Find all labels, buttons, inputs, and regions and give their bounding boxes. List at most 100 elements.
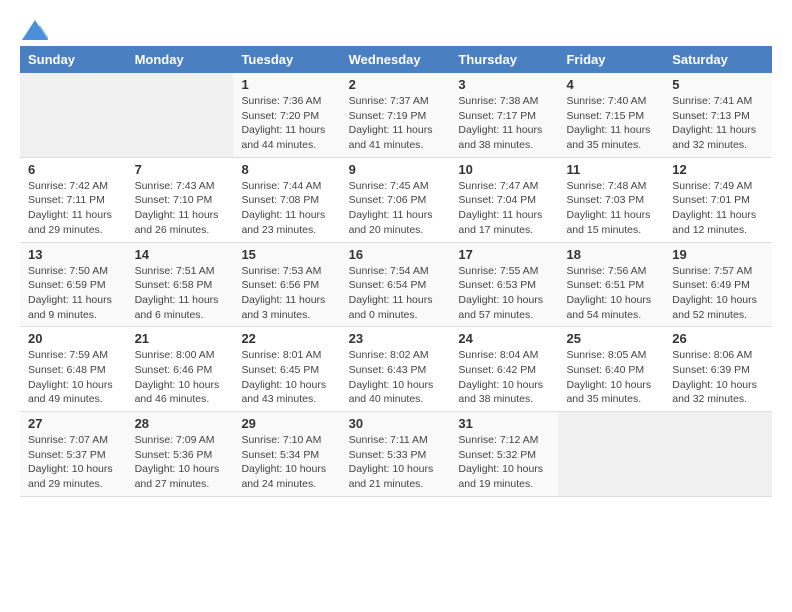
day-number: 11 <box>566 162 656 177</box>
day-number: 4 <box>566 77 656 92</box>
day-info: Sunrise: 8:04 AM Sunset: 6:42 PM Dayligh… <box>458 348 550 407</box>
day-info: Sunrise: 7:47 AM Sunset: 7:04 PM Dayligh… <box>458 179 550 238</box>
day-number: 27 <box>28 416 119 431</box>
calendar-cell: 21Sunrise: 8:00 AM Sunset: 6:46 PM Dayli… <box>127 327 234 412</box>
day-number: 10 <box>458 162 550 177</box>
calendar-cell: 7 Sunrise: 7:43 AM Sunset: 7:10 PM Daylig… <box>127 157 234 242</box>
calendar-cell: 15 Sunrise: 7:53 AM Sunset: 6:56 PM Dayli… <box>233 242 340 327</box>
day-number: 5 <box>672 77 764 92</box>
day-number: 9 <box>349 162 443 177</box>
day-info: Sunrise: 7:44 AM Sunset: 7:08 PM Dayligh… <box>241 179 332 238</box>
day-number: 17 <box>458 247 550 262</box>
day-number: 15 <box>241 247 332 262</box>
calendar-cell: 6 Sunrise: 7:42 AM Sunset: 7:11 PM Daylig… <box>20 157 127 242</box>
day-info: Sunrise: 8:00 AM Sunset: 6:46 PM Dayligh… <box>135 348 226 407</box>
column-header-friday: Friday <box>558 46 664 73</box>
calendar-cell: 24 Sunrise: 8:04 AM Sunset: 6:42 PM Dayli… <box>450 327 558 412</box>
day-number: 6 <box>28 162 119 177</box>
calendar-cell: 29Sunrise: 7:10 AM Sunset: 5:34 PM Dayli… <box>233 412 340 497</box>
day-info: Sunrise: 7:45 AM Sunset: 7:06 PM Dayligh… <box>349 179 443 238</box>
calendar-cell: 22 Sunrise: 8:01 AM Sunset: 6:45 PM Dayli… <box>233 327 340 412</box>
week-row-2: 6 Sunrise: 7:42 AM Sunset: 7:11 PM Daylig… <box>20 157 772 242</box>
day-number: 18 <box>566 247 656 262</box>
day-number: 26 <box>672 331 764 346</box>
day-info: Sunrise: 7:11 AM Sunset: 5:33 PM Dayligh… <box>349 433 443 492</box>
calendar-cell: 31 Sunrise: 7:12 AM Sunset: 5:32 PM Dayli… <box>450 412 558 497</box>
day-number: 14 <box>135 247 226 262</box>
calendar-cell: 13 Sunrise: 7:50 AM Sunset: 6:59 PM Dayli… <box>20 242 127 327</box>
day-info: Sunrise: 7:07 AM Sunset: 5:37 PM Dayligh… <box>28 433 119 492</box>
day-number: 8 <box>241 162 332 177</box>
calendar-cell: 2Sunrise: 7:37 AM Sunset: 7:19 PM Daylig… <box>341 73 451 157</box>
column-header-saturday: Saturday <box>664 46 772 73</box>
day-number: 16 <box>349 247 443 262</box>
day-info: Sunrise: 8:06 AM Sunset: 6:39 PM Dayligh… <box>672 348 764 407</box>
week-row-1: 1Sunrise: 7:36 AM Sunset: 7:20 PM Daylig… <box>20 73 772 157</box>
calendar-cell: 8 Sunrise: 7:44 AM Sunset: 7:08 PM Daylig… <box>233 157 340 242</box>
day-number: 12 <box>672 162 764 177</box>
week-row-3: 13 Sunrise: 7:50 AM Sunset: 6:59 PM Dayli… <box>20 242 772 327</box>
calendar-cell: 23 Sunrise: 8:02 AM Sunset: 6:43 PM Dayli… <box>341 327 451 412</box>
day-number: 23 <box>349 331 443 346</box>
calendar-cell: 26 Sunrise: 8:06 AM Sunset: 6:39 PM Dayli… <box>664 327 772 412</box>
day-info: Sunrise: 7:38 AM Sunset: 7:17 PM Dayligh… <box>458 94 550 153</box>
calendar-cell: 3 Sunrise: 7:38 AM Sunset: 7:17 PM Daylig… <box>450 73 558 157</box>
logo-icon <box>22 20 48 40</box>
column-header-wednesday: Wednesday <box>341 46 451 73</box>
day-info: Sunrise: 7:51 AM Sunset: 6:58 PM Dayligh… <box>135 264 226 323</box>
calendar-cell: 14 Sunrise: 7:51 AM Sunset: 6:58 PM Dayli… <box>127 242 234 327</box>
calendar-cell <box>558 412 664 497</box>
calendar-cell: 17 Sunrise: 7:55 AM Sunset: 6:53 PM Dayli… <box>450 242 558 327</box>
day-number: 31 <box>458 416 550 431</box>
column-header-thursday: Thursday <box>450 46 558 73</box>
day-number: 1 <box>241 77 332 92</box>
day-number: 7 <box>135 162 226 177</box>
calendar-cell: 10 Sunrise: 7:47 AM Sunset: 7:04 PM Dayli… <box>450 157 558 242</box>
day-info: Sunrise: 7:50 AM Sunset: 6:59 PM Dayligh… <box>28 264 119 323</box>
day-info: Sunrise: 7:53 AM Sunset: 6:56 PM Dayligh… <box>241 264 332 323</box>
day-number: 29 <box>241 416 332 431</box>
day-info: Sunrise: 8:05 AM Sunset: 6:40 PM Dayligh… <box>566 348 656 407</box>
day-number: 24 <box>458 331 550 346</box>
calendar-cell: 28 Sunrise: 7:09 AM Sunset: 5:36 PM Dayli… <box>127 412 234 497</box>
column-header-sunday: Sunday <box>20 46 127 73</box>
day-info: Sunrise: 7:40 AM Sunset: 7:15 PM Dayligh… <box>566 94 656 153</box>
day-number: 13 <box>28 247 119 262</box>
calendar-cell: 30 Sunrise: 7:11 AM Sunset: 5:33 PM Dayli… <box>341 412 451 497</box>
day-info: Sunrise: 7:55 AM Sunset: 6:53 PM Dayligh… <box>458 264 550 323</box>
calendar-cell: 18 Sunrise: 7:56 AM Sunset: 6:51 PM Dayli… <box>558 242 664 327</box>
day-info: Sunrise: 8:02 AM Sunset: 6:43 PM Dayligh… <box>349 348 443 407</box>
day-info: Sunrise: 7:43 AM Sunset: 7:10 PM Dayligh… <box>135 179 226 238</box>
header-row: SundayMondayTuesdayWednesdayThursdayFrid… <box>20 46 772 73</box>
day-info: Sunrise: 7:09 AM Sunset: 5:36 PM Dayligh… <box>135 433 226 492</box>
calendar-cell: 12Sunrise: 7:49 AM Sunset: 7:01 PM Dayli… <box>664 157 772 242</box>
page-header <box>20 20 772 36</box>
day-number: 25 <box>566 331 656 346</box>
day-info: Sunrise: 7:48 AM Sunset: 7:03 PM Dayligh… <box>566 179 656 238</box>
day-number: 28 <box>135 416 226 431</box>
day-info: Sunrise: 7:41 AM Sunset: 7:13 PM Dayligh… <box>672 94 764 153</box>
day-number: 3 <box>458 77 550 92</box>
day-info: Sunrise: 7:57 AM Sunset: 6:49 PM Dayligh… <box>672 264 764 323</box>
week-row-5: 27 Sunrise: 7:07 AM Sunset: 5:37 PM Dayli… <box>20 412 772 497</box>
calendar-cell <box>20 73 127 157</box>
calendar-cell: 16 Sunrise: 7:54 AM Sunset: 6:54 PM Dayli… <box>341 242 451 327</box>
calendar-cell: 19 Sunrise: 7:57 AM Sunset: 6:49 PM Dayli… <box>664 242 772 327</box>
day-number: 30 <box>349 416 443 431</box>
calendar-cell <box>664 412 772 497</box>
calendar-cell: 1Sunrise: 7:36 AM Sunset: 7:20 PM Daylig… <box>233 73 340 157</box>
calendar-cell: 27 Sunrise: 7:07 AM Sunset: 5:37 PM Dayli… <box>20 412 127 497</box>
logo <box>20 20 48 36</box>
day-info: Sunrise: 7:56 AM Sunset: 6:51 PM Dayligh… <box>566 264 656 323</box>
calendar-cell <box>127 73 234 157</box>
day-info: Sunrise: 7:12 AM Sunset: 5:32 PM Dayligh… <box>458 433 550 492</box>
day-info: Sunrise: 7:42 AM Sunset: 7:11 PM Dayligh… <box>28 179 119 238</box>
day-info: Sunrise: 7:37 AM Sunset: 7:19 PM Dayligh… <box>349 94 443 153</box>
day-info: Sunrise: 8:01 AM Sunset: 6:45 PM Dayligh… <box>241 348 332 407</box>
column-header-monday: Monday <box>127 46 234 73</box>
day-info: Sunrise: 7:54 AM Sunset: 6:54 PM Dayligh… <box>349 264 443 323</box>
day-number: 19 <box>672 247 764 262</box>
column-header-tuesday: Tuesday <box>233 46 340 73</box>
day-number: 22 <box>241 331 332 346</box>
calendar-cell: 5 Sunrise: 7:41 AM Sunset: 7:13 PM Daylig… <box>664 73 772 157</box>
